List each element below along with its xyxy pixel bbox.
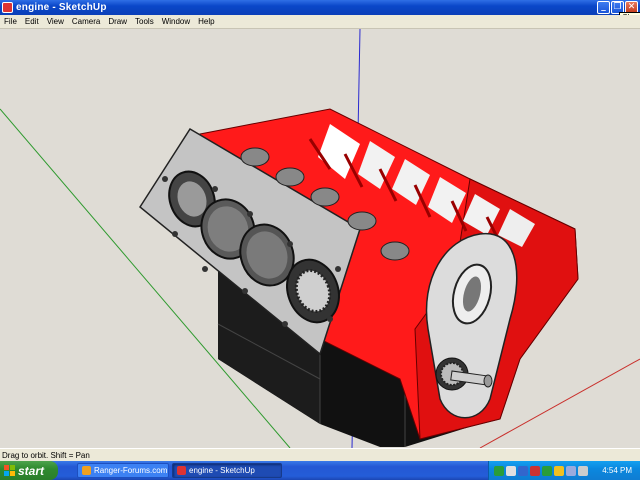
taskbar-item-label: Ranger-Forums.com -...: [94, 466, 168, 475]
taskbar-clock[interactable]: 4:54 PM: [602, 466, 632, 475]
taskbar-item-browser[interactable]: Ranger-Forums.com -...: [77, 463, 169, 478]
tray-app-icon[interactable]: [506, 465, 516, 476]
tray-app-icon[interactable]: [494, 465, 504, 476]
tray-app-icon[interactable]: [518, 465, 528, 476]
menu-edit[interactable]: Edit: [21, 17, 43, 26]
status-hint: Drag to orbit. Shift = Pan: [2, 451, 90, 460]
drawing-viewport[interactable]: [0, 29, 640, 448]
start-label: start: [18, 463, 45, 478]
menu-tools[interactable]: Tools: [131, 17, 158, 26]
tray-app-icon[interactable]: [554, 465, 564, 476]
tray-app-icon[interactable]: [542, 465, 552, 476]
taskbar-item-label: engine - SketchUp: [189, 466, 255, 475]
menu-window[interactable]: Window: [158, 17, 194, 26]
sketchup-icon: [177, 466, 186, 475]
sketchup-app-icon[interactable]: [2, 2, 13, 13]
system-tray: 4:54 PM: [488, 461, 640, 480]
browser-icon: [82, 466, 91, 475]
menu-help[interactable]: Help: [194, 17, 218, 26]
taskbar: start Ranger-Forums.com -... engine - Sk…: [0, 461, 640, 480]
taskbar-item-sketchup[interactable]: engine - SketchUp: [172, 463, 282, 478]
window-title-bar[interactable]: engine - SketchUp _ ❐ ✕: [0, 0, 640, 15]
network-icon[interactable]: [566, 465, 576, 476]
tray-app-icon[interactable]: [530, 465, 540, 476]
menu-file[interactable]: File: [0, 17, 21, 26]
menu-bar: File Edit View Camera Draw Tools Window …: [0, 15, 640, 29]
volume-icon[interactable]: [578, 465, 588, 476]
menu-view[interactable]: View: [43, 17, 68, 26]
windows-logo-icon: [4, 465, 15, 476]
status-bar: Drag to orbit. Shift = Pan: [0, 448, 640, 461]
window-title: engine - SketchUp: [16, 2, 107, 13]
engine-model-canvas[interactable]: [0, 29, 640, 448]
menu-camera[interactable]: Camera: [68, 17, 104, 26]
minimize-button[interactable]: _: [597, 1, 610, 14]
menu-draw[interactable]: Draw: [104, 17, 131, 26]
start-button[interactable]: start: [0, 461, 58, 480]
